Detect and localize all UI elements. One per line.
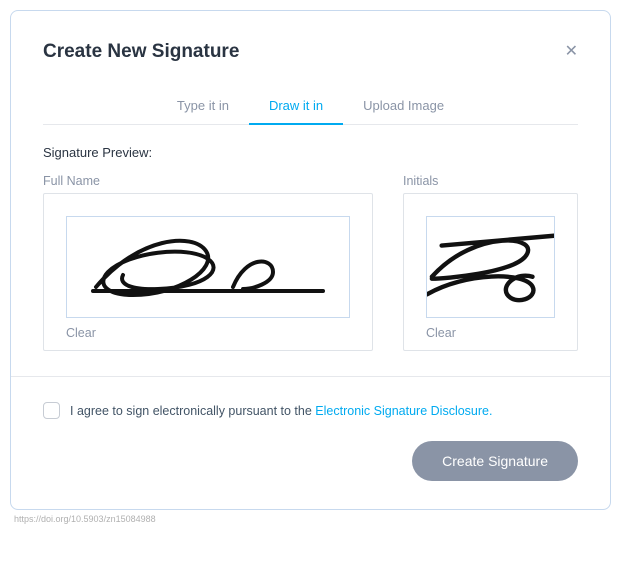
signature-modal: Create New Signature ✕ Type it in Draw i… (10, 10, 611, 510)
close-icon[interactable]: ✕ (565, 44, 578, 60)
tab-type[interactable]: Type it in (157, 88, 249, 125)
full-name-canvas[interactable] (66, 216, 350, 318)
modal-header: Create New Signature ✕ (11, 11, 610, 73)
tab-draw[interactable]: Draw it in (249, 88, 343, 125)
initials-label: Initials (403, 174, 578, 188)
initials-canvas[interactable] (426, 216, 555, 318)
actions: Create Signature (43, 441, 578, 481)
agree-pre: I agree to sign electronically pursuant … (70, 404, 315, 418)
disclosure-link[interactable]: Electronic Signature Disclosure. (315, 404, 492, 418)
initials-clear-button[interactable]: Clear (426, 326, 555, 340)
full-name-box: Clear (43, 193, 373, 351)
full-name-field: Full Name Clear (43, 174, 373, 351)
agree-checkbox[interactable] (43, 402, 60, 419)
tabs: Type it in Draw it in Upload Image (43, 88, 578, 125)
modal-title: Create New Signature (43, 41, 239, 63)
create-signature-button[interactable]: Create Signature (412, 441, 578, 481)
full-name-label: Full Name (43, 174, 373, 188)
modal-body: Signature Preview: Full Name Clear Initi… (11, 125, 610, 376)
initials-box: Clear (403, 193, 578, 351)
preview-row: Full Name Clear Initials (43, 174, 578, 351)
signature-drawing (78, 217, 338, 317)
initials-drawing (427, 217, 554, 317)
preview-label: Signature Preview: (43, 145, 578, 160)
tab-upload[interactable]: Upload Image (343, 88, 464, 125)
modal-footer: I agree to sign electronically pursuant … (11, 376, 610, 509)
footer-note: https://doi.org/10.5903/zn15084988 (14, 514, 613, 524)
agree-text: I agree to sign electronically pursuant … (70, 404, 492, 418)
initials-field: Initials Clear (403, 174, 578, 351)
agree-row: I agree to sign electronically pursuant … (43, 402, 578, 419)
full-name-clear-button[interactable]: Clear (66, 326, 350, 340)
